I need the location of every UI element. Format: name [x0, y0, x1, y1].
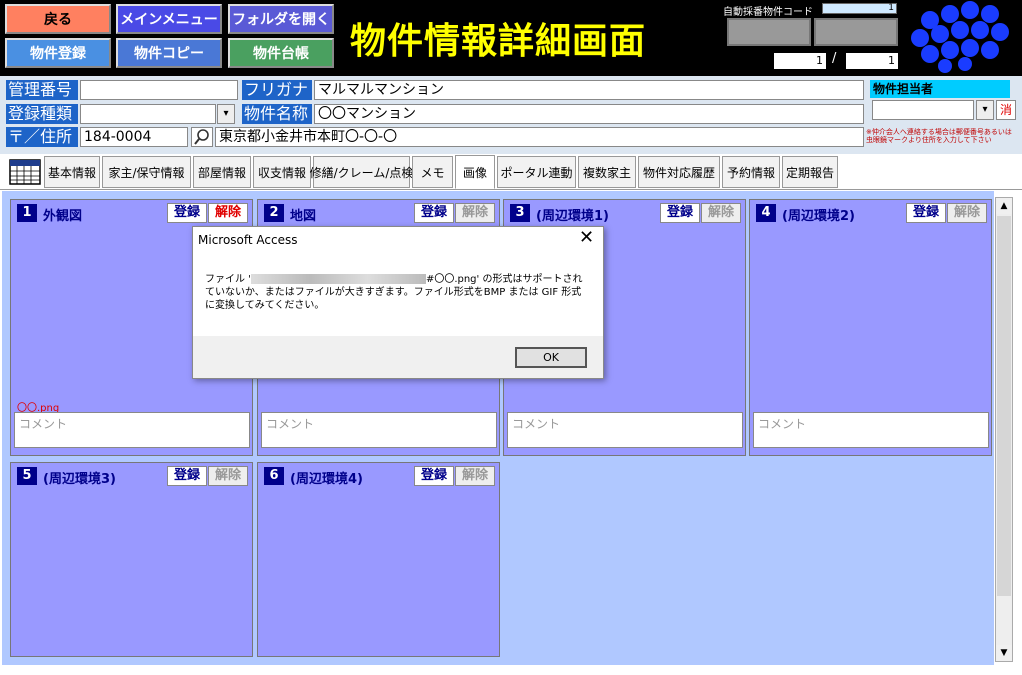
page-total: 1	[846, 53, 898, 69]
scroll-up-icon[interactable]: ▲	[996, 198, 1012, 214]
release-button[interactable]: 解除	[455, 203, 495, 223]
redacted-path	[250, 274, 426, 284]
tab-5[interactable]: 修繕/クレーム/点検	[310, 156, 413, 188]
comment-input[interactable]: コメント	[261, 412, 497, 448]
tab-12[interactable]: 定期報告	[782, 156, 838, 188]
panel-title: (周辺環境2)	[782, 209, 855, 224]
panel-number: 5	[17, 467, 37, 485]
panel-number: 4	[756, 204, 776, 222]
dialog-footer: OK	[193, 336, 603, 378]
tab-11[interactable]: 予約情報	[722, 156, 780, 188]
auto-code-label: 自動採番物件コード	[723, 7, 813, 18]
register-button[interactable]: 登録	[906, 203, 946, 223]
panel-title: 地図	[290, 209, 317, 224]
furigana-label: フリガナ	[242, 80, 312, 100]
address-note: ※仲介会人へ連絡する場合は郵便番号あるいは虫眼鏡マークより住所を入力して下さい	[866, 128, 1012, 144]
tab-2[interactable]: 家主/保守情報	[102, 156, 191, 188]
header-bar: 戻る メインメニュー フォルダを開く物件登録 物件コピー 物件台帳 物件情報詳細画面 自…	[0, 0, 1022, 76]
page-title: 物件情報詳細画面	[350, 21, 647, 62]
register-button[interactable]: 登録	[167, 466, 207, 486]
furigana-input[interactable]: マルマルマンション	[314, 80, 864, 100]
dots-logo-icon	[911, 1, 1009, 73]
reg-type-label: 登録種類	[6, 104, 78, 124]
calendar-icon[interactable]	[8, 158, 42, 186]
tab-1[interactable]: 基本情報	[44, 156, 100, 188]
panel-title: (周辺環境3)	[43, 472, 116, 487]
manager-dropdown-icon[interactable]: ▾	[976, 100, 994, 120]
nav-prev-button[interactable]	[727, 18, 811, 46]
panel-number: 3	[510, 204, 530, 222]
image-panel-4: 4 (周辺環境2) 登録 解除コメント	[749, 199, 992, 456]
dialog-message: ファイル ' #〇〇.png' の形式はサポートされていないか、またはファイルが大…	[205, 273, 585, 312]
register-button[interactable]: 登録	[167, 203, 207, 223]
nav-button-3[interactable]: フォルダを開く	[228, 4, 334, 34]
nav-button-2[interactable]: メインメニュー	[116, 4, 222, 34]
zip-label: 〒／住所	[6, 127, 78, 147]
panel-title: (周辺環境4)	[290, 472, 363, 487]
manager-input[interactable]	[872, 100, 974, 120]
nav-button-1[interactable]: 戻る	[5, 4, 111, 34]
reg-type-dropdown-icon[interactable]: ▾	[217, 104, 235, 124]
search-icon[interactable]	[191, 127, 213, 147]
comment-input[interactable]: コメント	[14, 412, 250, 448]
prop-name-input[interactable]: 〇〇マンション	[314, 104, 864, 124]
release-button[interactable]: 解除	[208, 203, 248, 223]
tab-10[interactable]: 物件対応履歴	[638, 156, 720, 188]
nav-button-5[interactable]: 物件コピー	[116, 38, 222, 68]
manager-label: 物件担当者	[870, 80, 1010, 98]
dialog-message-prefix: ファイル '	[205, 274, 251, 285]
nav-next-button[interactable]	[814, 18, 898, 46]
register-button[interactable]: 登録	[414, 203, 454, 223]
register-button[interactable]: 登録	[414, 466, 454, 486]
address-input[interactable]: 東京都小金井市本町〇-〇-〇	[215, 127, 864, 147]
scroll-down-icon[interactable]: ▼	[996, 645, 1012, 661]
property-form: 管理番号 フリガナ マルマルマンション 物件担当者 ▾ 消 登録種類 ▾ 物件名…	[0, 76, 1022, 154]
vertical-scrollbar[interactable]: ▲ ▼	[995, 197, 1013, 662]
scroll-thumb[interactable]	[997, 216, 1011, 596]
tab-4[interactable]: 収支情報	[253, 156, 311, 188]
page-current[interactable]: 1	[774, 53, 826, 69]
panel-number: 2	[264, 204, 284, 222]
zip-input[interactable]: 184-0004	[80, 127, 188, 147]
panel-title: 外観図	[43, 209, 83, 224]
release-button[interactable]: 解除	[455, 466, 495, 486]
close-icon[interactable]: ✕	[579, 228, 594, 248]
ok-button[interactable]: OK	[515, 347, 587, 368]
auto-code-value: 1	[822, 3, 897, 14]
panel-title: (周辺環境1)	[536, 209, 609, 224]
reg-type-select[interactable]	[80, 104, 216, 124]
tab-8[interactable]: ポータル連動	[497, 156, 576, 188]
comment-input[interactable]: コメント	[753, 412, 989, 448]
prop-name-label: 物件名称	[242, 104, 312, 124]
tab-7[interactable]: 画像	[455, 155, 495, 189]
image-panel-6: 6 (周辺環境4) 登録 解除	[257, 462, 500, 657]
tab-9[interactable]: 複数家主	[578, 156, 636, 188]
tab-6[interactable]: メモ	[412, 156, 453, 188]
release-button[interactable]: 解除	[947, 203, 987, 223]
tab-bar: 基本情報 家主/保守情報 部屋情報 収支情報 修繕/クレーム/点検 メモ 画像 ポータル連動複…	[0, 154, 1022, 190]
nav-button-4[interactable]: 物件登録	[5, 38, 111, 68]
error-dialog: Microsoft Access ✕ ファイル ' #〇〇.png' の形式はサポ…	[192, 226, 604, 379]
dialog-title: Microsoft Access	[198, 233, 298, 247]
mgmt-no-input[interactable]	[80, 80, 238, 100]
manager-clear-button[interactable]: 消	[996, 100, 1016, 120]
release-button[interactable]: 解除	[701, 203, 741, 223]
register-button[interactable]: 登録	[660, 203, 700, 223]
page-separator: /	[832, 51, 837, 66]
mgmt-no-label: 管理番号	[6, 80, 78, 100]
image-panel-5: 5 (周辺環境3) 登録 解除	[10, 462, 253, 657]
tab-3[interactable]: 部屋情報	[193, 156, 251, 188]
panel-number: 1	[17, 204, 37, 222]
comment-input[interactable]: コメント	[507, 412, 743, 448]
panel-number: 6	[264, 467, 284, 485]
nav-button-6[interactable]: 物件台帳	[228, 38, 334, 68]
release-button[interactable]: 解除	[208, 466, 248, 486]
